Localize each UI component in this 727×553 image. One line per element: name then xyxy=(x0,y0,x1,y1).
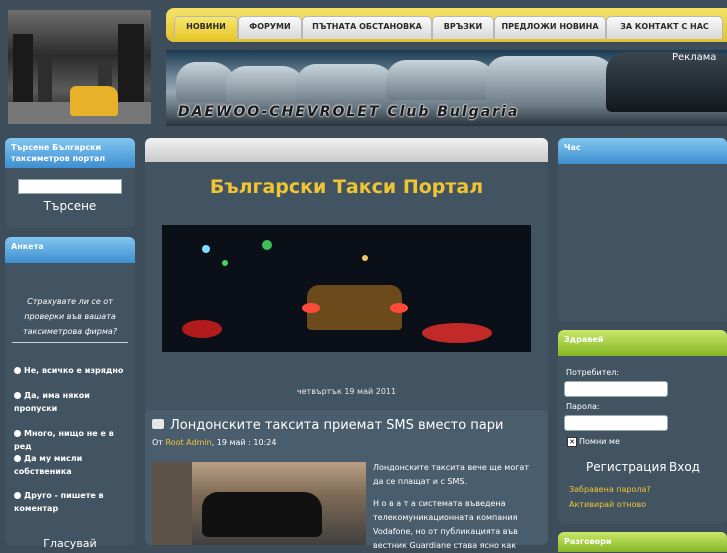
tab-contact[interactable]: ЗА КОНТАКТ С НАС xyxy=(606,16,723,39)
article-icon xyxy=(152,419,164,429)
radio-icon[interactable] xyxy=(14,492,21,499)
register-button[interactable]: Регистрация xyxy=(586,460,666,474)
radio-icon[interactable] xyxy=(14,455,21,462)
poll-option[interactable]: Друго - пишете в коментар xyxy=(14,489,132,515)
remember-checkbox[interactable]: ✕ xyxy=(567,437,577,447)
portal-title: Български Такси Портал xyxy=(209,176,484,198)
clock-title: Час xyxy=(558,138,727,164)
shoutbox-title: Разговори xyxy=(558,532,727,552)
article-paragraph: Лондонските таксита вече ще могат да се … xyxy=(373,463,529,486)
password-label: Парола: xyxy=(566,402,600,411)
ad-label[interactable]: Реклама xyxy=(672,52,716,63)
article-date: , 19 май : 10:24 xyxy=(211,438,277,447)
radio-icon[interactable] xyxy=(14,392,21,399)
meta-prefix: От xyxy=(152,438,163,447)
poll-option[interactable]: Много, нищо не е в ред xyxy=(14,427,132,453)
login-title: Здравей xyxy=(558,330,727,356)
vote-button[interactable]: Гласувай xyxy=(5,537,135,550)
article-meta: От Root Admin, 19 май : 10:24 xyxy=(152,438,276,447)
search-input[interactable] xyxy=(18,179,122,194)
clock-box: Час xyxy=(558,138,727,322)
article-image xyxy=(152,462,366,545)
tab-forums[interactable]: ФОРУМИ xyxy=(238,16,302,39)
poll-option[interactable]: Да му мисли собственика xyxy=(14,452,132,478)
poll-title: Анкета xyxy=(5,237,135,263)
shoutbox-box: Разговори xyxy=(558,532,727,552)
poll-divider xyxy=(12,342,128,343)
forgot-password-link[interactable]: Забравена парола? xyxy=(569,485,651,494)
username-input[interactable] xyxy=(564,381,668,397)
main-nav: НОВИНИ ФОРУМИ ПЪТНАТА ОБСТАНОВКА ВРЪЗКИ … xyxy=(166,8,727,42)
article-author[interactable]: Root Admin xyxy=(166,438,212,447)
login-button[interactable]: Вход xyxy=(669,460,700,474)
hero-image xyxy=(162,225,531,352)
search-box-title: Търсене Български таксиметров портал xyxy=(5,138,135,168)
content-header-bar xyxy=(145,138,548,162)
radio-icon[interactable] xyxy=(14,430,21,437)
article-title[interactable]: Лондонските таксита приемат SMS вместо п… xyxy=(170,418,503,433)
banner-text: DAEWOO-CHEVROLET Club Bulgaria xyxy=(178,104,520,120)
username-label: Потребител: xyxy=(566,368,620,377)
current-date: четвъртък 19 май 2011 xyxy=(296,387,397,396)
tab-links[interactable]: ВРЪЗКИ xyxy=(432,16,494,39)
tab-road-conditions[interactable]: ПЪТНАТА ОБСТАНОВКА xyxy=(302,16,432,39)
radio-icon[interactable] xyxy=(14,367,21,374)
article-body: Лондонските таксита вече ще могат да се … xyxy=(373,461,539,553)
poll-question: Страхувате ли се от проверки във вашата … xyxy=(22,297,118,336)
tab-news[interactable]: НОВИНИ xyxy=(174,16,238,39)
logo-image xyxy=(8,10,151,124)
poll-option[interactable]: Да, има някои пропуски xyxy=(14,389,132,415)
tab-suggest-news[interactable]: ПРЕДЛОЖИ НОВИНА xyxy=(494,16,606,39)
reactivate-link[interactable]: Активирай отново xyxy=(569,500,646,509)
remember-label: Помни ме xyxy=(579,437,620,446)
search-button[interactable]: Търсене xyxy=(5,199,135,213)
password-input[interactable] xyxy=(564,415,668,431)
poll-option[interactable]: Не, всичко е изрядно xyxy=(14,364,132,377)
